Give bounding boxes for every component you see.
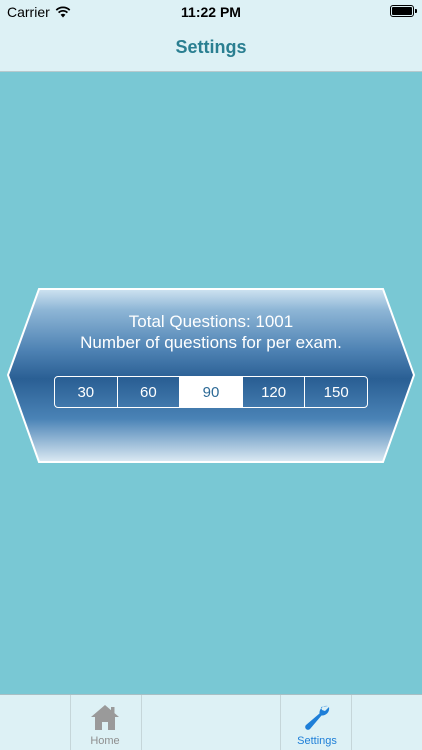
total-questions-label: Total Questions: 1001: [128, 312, 294, 331]
battery-icon: [390, 5, 417, 17]
status-bar: Carrier 11:22 PM: [0, 0, 422, 24]
option-30[interactable]: 30: [55, 377, 117, 407]
tab-bar: Home Settings: [0, 694, 422, 750]
option-120[interactable]: 120: [241, 377, 305, 407]
option-90[interactable]: 90: [179, 377, 242, 407]
navigation-bar: Settings: [0, 24, 422, 72]
tab-home-label: Home: [90, 735, 120, 747]
panel-text: Total Questions: 1001 Number of question…: [6, 311, 416, 353]
tab-home[interactable]: Home: [0, 695, 210, 750]
house-icon: [91, 705, 119, 730]
question-count-selector: 30 60 90 120 150: [54, 376, 368, 408]
tab-settings-label: Settings: [297, 735, 337, 747]
tab-settings[interactable]: Settings: [212, 695, 422, 750]
questions-per-exam-label: Number of questions for per exam.: [80, 333, 342, 352]
wrench-icon: [305, 705, 330, 730]
option-150[interactable]: 150: [304, 377, 367, 407]
status-time: 11:22 PM: [181, 4, 241, 20]
question-count-panel: Total Questions: 1001 Number of question…: [6, 287, 416, 464]
page-title: Settings: [175, 37, 247, 57]
status-right: [390, 4, 417, 17]
option-60[interactable]: 60: [116, 377, 180, 407]
